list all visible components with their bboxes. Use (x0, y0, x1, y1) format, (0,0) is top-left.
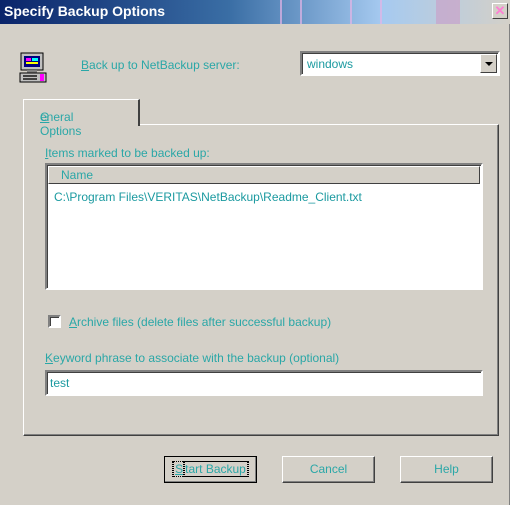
list-item[interactable]: C:\Program Files\VERITAS\NetBackup\Readm… (54, 190, 362, 204)
server-label: Back up to NetBackup server: (81, 58, 240, 72)
keyword-input[interactable]: test (45, 370, 483, 396)
archive-files-label[interactable]: Archive files (delete files after succes… (69, 315, 331, 329)
start-backup-button[interactable]: Start Backup (164, 456, 257, 483)
keyword-input-value: test (50, 376, 70, 390)
keyword-label: Keyword phrase to associate with the bac… (45, 351, 340, 365)
title-bar[interactable]: Specify Backup Options ✕ (0, 0, 510, 24)
window-title: Specify Backup Options (4, 3, 166, 19)
server-select[interactable]: windows (300, 51, 500, 76)
cancel-button[interactable]: Cancel (282, 456, 375, 483)
backup-options-dialog: Specify Backup Options ✕ Back up to NetB… (0, 0, 510, 505)
computer-backup-icon (19, 52, 47, 83)
backup-items-list[interactable]: Name C:\Program Files\VERITAS\NetBackup\… (45, 163, 483, 290)
column-header-name[interactable]: Name (48, 166, 480, 184)
items-label: Items marked to be backed up: (45, 146, 210, 160)
close-icon[interactable]: ✕ (492, 3, 508, 19)
help-button[interactable]: Help (400, 456, 493, 483)
tab-general-options[interactable]: General Options (23, 99, 140, 138)
chevron-down-icon[interactable] (480, 54, 497, 73)
server-select-value: windows (307, 57, 354, 71)
archive-files-checkbox[interactable] (48, 315, 61, 328)
